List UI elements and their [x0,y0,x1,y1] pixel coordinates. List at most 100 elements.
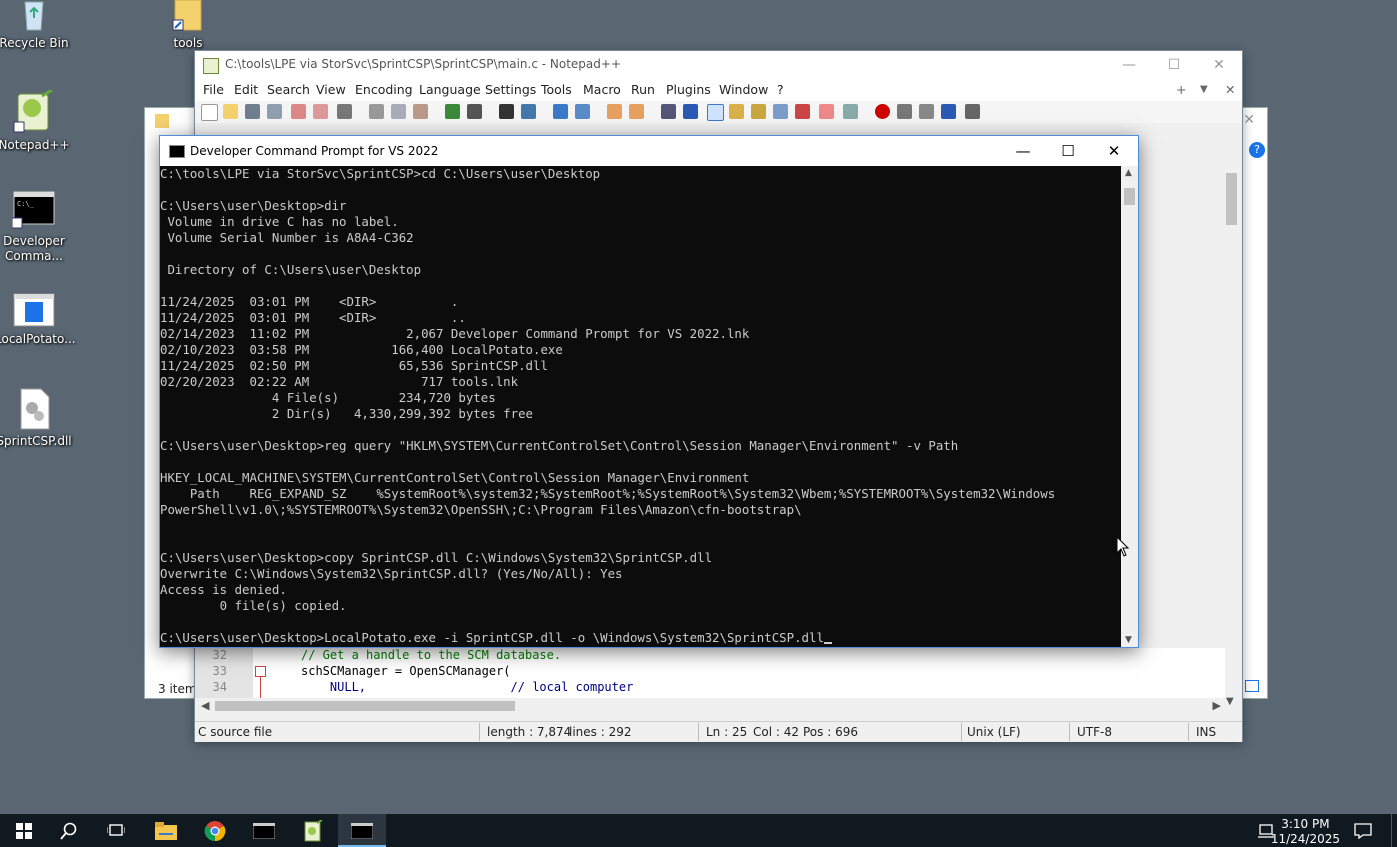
menu-settings[interactable]: Settings [485,82,536,97]
minimize-button[interactable]: — [1000,136,1046,166]
clock[interactable]: 3:10 PM 11/24/2025 [1271,817,1340,847]
menu-encoding[interactable]: Encoding [355,82,413,97]
desktop-icon-tools[interactable]: tools [149,0,227,51]
scroll-up-arrow-icon[interactable]: ▲ [1125,168,1132,178]
encoding[interactable]: UTF-8 [1077,725,1112,739]
title-bar[interactable]: C:\tools\LPE via StorSvc\SprintCSP\Sprin… [195,51,1242,79]
save-all-icon[interactable] [267,104,282,119]
editor-horizontal-scrollbar[interactable]: ◀ ▶ [195,698,1225,714]
menu-file[interactable]: File [203,82,224,97]
desktop-icon-recycle-bin[interactable]: Recycle Bin [0,0,73,51]
console-icon [351,822,373,839]
taskbar-chrome[interactable] [191,814,239,847]
taskbar-notepadpp[interactable] [289,814,337,847]
scroll-thumb[interactable] [1226,173,1237,225]
console-output[interactable]: C:\tools\LPE via StorSvc\SprintCSP>cd C:… [160,166,1120,647]
close-tab-icon[interactable]: ✕ [1225,82,1235,97]
desktop-icon-localpotato[interactable]: LocalPotato... [0,292,76,347]
close-file-icon[interactable] [291,104,306,119]
tab-list-icon[interactable]: ▼ [1200,84,1208,95]
sync-horizontal-icon[interactable] [629,104,644,119]
dll-file-icon [17,388,51,430]
view-toggle-icon[interactable] [1245,680,1259,692]
editor-area[interactable]: 32 33 34 // Get a handle to the SCM data… [195,648,1225,698]
monitoring-icon[interactable] [843,104,858,119]
sync-vertical-icon[interactable] [607,104,622,119]
udl-icon[interactable] [729,104,744,119]
clock-time: 3:10 PM [1281,817,1330,831]
word-wrap-icon[interactable] [661,104,676,119]
desktop-icon-sprintcsp-dll[interactable]: SprintCSP.dll [0,388,73,449]
stop-record-icon[interactable] [897,104,912,119]
taskbar-file-explorer[interactable] [142,814,190,847]
open-file-icon[interactable] [223,104,238,119]
folder-workspace-icon[interactable] [819,104,834,119]
function-list-icon[interactable] [795,104,810,119]
scroll-thumb[interactable] [215,701,515,711]
menu-run[interactable]: Run [631,82,655,97]
console-scrollbar[interactable]: ▲ ▼ [1121,166,1138,647]
record-macro-icon[interactable] [875,104,890,119]
menu-plugins[interactable]: Plugins [666,82,711,97]
doc-map-icon[interactable] [751,104,766,119]
show-all-chars-icon[interactable] [683,104,698,119]
menu-window[interactable]: Window [719,82,768,97]
taskbar-console-2-active[interactable] [338,814,386,847]
desktop-icon-notepadpp[interactable]: Notepad++ [0,88,73,153]
editor-vertical-scrollbar[interactable]: ▼ [1223,151,1240,707]
new-file-icon[interactable] [201,104,218,121]
desktop-icon-developer-command-prompt[interactable]: C:\_ Developer Comma... [0,190,73,264]
new-tab-icon[interactable]: + [1176,82,1186,97]
run-macro-multiple-icon[interactable] [941,104,956,119]
search-button[interactable] [45,814,93,847]
indent-guide-icon[interactable] [707,104,724,121]
eol-format[interactable]: Unix (LF) [967,725,1021,739]
cut-icon[interactable] [369,104,384,119]
close-all-icon[interactable] [313,104,328,119]
copy-icon[interactable] [391,104,406,119]
console-line: Overwrite C:\Windows\System32\SprintCSP.… [160,566,623,581]
close-icon[interactable]: ✕ [1243,112,1255,128]
menu-macro[interactable]: Macro [583,82,621,97]
maximize-button[interactable]: ☐ [1151,51,1197,79]
start-button[interactable] [0,814,48,847]
close-button[interactable]: ✕ [1091,136,1137,166]
title-bar[interactable]: Developer Command Prompt for VS 2022 — ☐… [160,136,1138,166]
scroll-left-arrow-icon[interactable]: ◀ [201,699,209,712]
menu-tools[interactable]: Tools [541,82,572,97]
replace-icon[interactable] [521,104,536,119]
help-icon[interactable]: ? [1249,142,1265,158]
menu-edit[interactable]: Edit [234,82,258,97]
find-icon[interactable] [499,104,514,119]
minimize-button[interactable]: — [1106,51,1152,79]
console-line: 11/24/2025 03:01 PM <DIR> .. [160,310,466,325]
save-macro-icon[interactable] [965,104,980,119]
scroll-right-arrow-icon[interactable]: ▶ [1213,699,1221,712]
menu-view[interactable]: View [316,82,346,97]
doc-list-icon[interactable] [773,104,788,119]
menu-search[interactable]: Search [267,82,310,97]
task-view-button[interactable] [92,814,140,847]
console-line: 02/10/2023 03:58 PM 166,400 LocalPotato.… [160,342,563,357]
undo-icon[interactable] [445,104,460,119]
scroll-down-arrow-icon[interactable]: ▼ [1125,635,1132,645]
playback-macro-icon[interactable] [919,104,934,119]
zoom-in-icon[interactable] [553,104,568,119]
print-icon[interactable] [337,104,352,119]
notepadpp-app-icon [203,58,219,74]
scroll-thumb[interactable] [1124,188,1135,205]
menu-help[interactable]: ? [777,82,784,97]
show-desktop-button[interactable] [1391,814,1397,847]
command-prompt-window[interactable]: Developer Command Prompt for VS 2022 — ☐… [159,135,1139,648]
zoom-out-icon[interactable] [575,104,590,119]
paste-icon[interactable] [413,104,428,119]
scroll-down-arrow-icon[interactable]: ▼ [1226,696,1234,707]
redo-icon[interactable] [467,104,482,119]
taskbar-console-1[interactable] [240,814,288,847]
notification-icon[interactable] [1354,823,1372,843]
close-button[interactable]: ✕ [1196,51,1242,79]
save-icon[interactable] [245,104,260,119]
menu-language[interactable]: Language [419,82,481,97]
maximize-button[interactable]: ☐ [1045,136,1091,166]
